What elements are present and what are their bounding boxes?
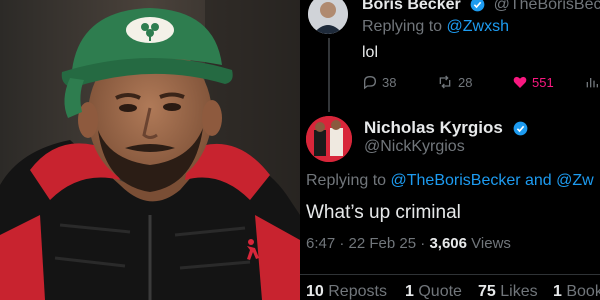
reposts-stat[interactable]: 10 Reposts: [306, 283, 387, 300]
main-author-handle[interactable]: @NickKyrgios: [364, 138, 465, 156]
thread-connector: [328, 38, 330, 112]
meta-separator: ·: [420, 235, 426, 252]
parent-replying-row: Replying to @Zwxsh: [362, 18, 509, 36]
meta-separator: ·: [339, 235, 345, 252]
shamrock-icon: [126, 17, 174, 43]
parent-replying-to-link[interactable]: @Zwxsh: [447, 18, 509, 35]
parent-like-count: 551: [532, 74, 554, 90]
bookmarks-stat[interactable]: 1 Book: [553, 283, 600, 300]
tweet-thread: Boris Becker @TheBorisBecker Replying to…: [300, 0, 600, 300]
views-label: Views: [471, 235, 511, 252]
parent-repost-button[interactable]: 28: [436, 74, 472, 90]
heart-icon: [513, 76, 527, 88]
parent-reply-button[interactable]: 38: [362, 74, 396, 90]
bookmarks-count: 1: [553, 283, 562, 300]
verified-badge-icon: [513, 121, 527, 136]
nick-avatar[interactable]: [306, 116, 352, 162]
quotes-stat[interactable]: 1 Quote: [405, 283, 462, 300]
reposts-count: 10: [306, 283, 324, 300]
player-illustration: [0, 0, 300, 300]
parent-reply-count: 38: [382, 74, 397, 90]
bookmarks-label: Book: [566, 283, 600, 300]
quotes-count: 1: [405, 283, 414, 300]
analytics-icon: [586, 78, 598, 88]
parent-repost-count: 28: [458, 74, 473, 90]
tweet-time[interactable]: 6:47: [306, 235, 335, 252]
parent-author-handle[interactable]: @TheBorisBecker: [494, 0, 600, 13]
divider: [300, 274, 600, 275]
main-author-name[interactable]: Nicholas Kyrgios: [364, 118, 503, 137]
quotes-label: Quote: [418, 283, 462, 300]
parent-replying-label: Replying to: [362, 18, 443, 35]
parent-like-button[interactable]: 551: [512, 74, 554, 90]
main-replying-to-link[interactable]: @TheBorisBecker and @Zw: [391, 172, 594, 189]
tweet-date[interactable]: 22 Feb 25: [349, 235, 417, 252]
repost-icon: [439, 75, 451, 89]
main-replying-row: Replying to @TheBorisBecker and @Zw: [306, 172, 594, 190]
parent-author-name[interactable]: Boris Becker: [362, 0, 461, 13]
tweet-meta-row: 6:47 · 22 Feb 25 · 3,606 Views: [306, 235, 511, 252]
parent-author-row: Boris Becker @TheBorisBecker: [362, 0, 600, 14]
main-tweet-text: What’s up criminal: [306, 202, 461, 223]
player-photo: [0, 0, 300, 300]
parent-views-button[interactable]: [584, 74, 600, 90]
boris-avatar[interactable]: [308, 0, 348, 34]
reply-icon: [364, 75, 377, 90]
parent-tweet-text: lol: [362, 44, 379, 61]
main-replying-label: Replying to: [306, 172, 387, 189]
reposts-label: Reposts: [328, 283, 387, 300]
main-author-row: Nicholas Kyrgios: [364, 118, 528, 138]
verified-badge-icon: [470, 0, 485, 12]
likes-count: 75: [478, 283, 496, 300]
views-count: 3,606: [429, 235, 467, 252]
likes-label: Likes: [500, 283, 538, 300]
likes-stat[interactable]: 75 Likes: [478, 283, 538, 300]
